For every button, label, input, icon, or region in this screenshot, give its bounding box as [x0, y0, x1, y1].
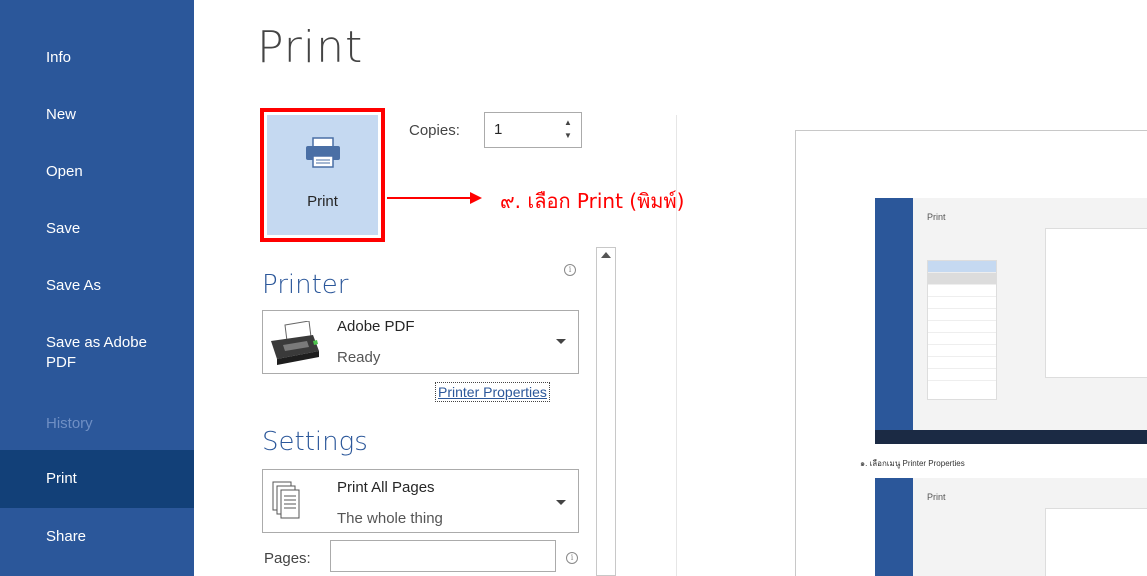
chevron-down-icon	[556, 339, 566, 344]
preview-shot-printer-list	[927, 260, 997, 400]
print-range-dropdown[interactable]: Print All Pages The whole thing	[262, 469, 579, 533]
preview-shot-taskbar	[875, 430, 1147, 444]
preview-shot-sidebar	[875, 198, 913, 444]
preview-shot-document	[1045, 228, 1147, 378]
copies-stepper[interactable]: 1 ▲ ▼	[484, 112, 582, 148]
preview-shot-document	[1045, 508, 1147, 576]
printer-status: Ready	[337, 349, 381, 366]
scroll-up-icon[interactable]	[601, 252, 611, 258]
pages-icon	[272, 481, 300, 519]
preview-screenshot-2: Print	[875, 478, 1147, 576]
print-range-option: Print All Pages	[337, 479, 435, 496]
sidebar-item-open[interactable]: Open	[0, 162, 194, 182]
copies-label: Copies:	[409, 122, 460, 139]
sidebar-item-info[interactable]: Info	[0, 48, 194, 68]
sidebar-item-share[interactable]: Share	[0, 527, 194, 547]
print-range-description: The whole thing	[337, 510, 443, 527]
pages-input[interactable]	[330, 540, 556, 572]
settings-section-title: Settings	[262, 427, 368, 457]
copies-value[interactable]: 1	[494, 121, 502, 138]
annotation-arrow-line	[387, 197, 472, 199]
annotation-arrow-head-icon	[470, 192, 482, 204]
sidebar-item-print[interactable]: Print	[0, 450, 194, 508]
sidebar-item-new[interactable]: New	[0, 105, 194, 125]
printer-icon	[306, 137, 340, 168]
page-title: Print	[257, 22, 364, 73]
printer-device-icon	[271, 321, 319, 365]
printer-name: Adobe PDF	[337, 318, 415, 335]
sidebar-item-save-as-adobe-pdf[interactable]: Save as Adobe PDF	[0, 333, 194, 373]
preview-shot-title: Print	[927, 492, 946, 502]
preview-shot-title: Print	[927, 212, 946, 222]
annotation-text: ๙. เลือก Print (พิมพ์)	[500, 189, 685, 213]
backstage-sidebar: Info New Open Save Save As Save as Adobe…	[0, 0, 194, 576]
print-button-label: Print	[307, 193, 338, 210]
sidebar-item-save[interactable]: Save	[0, 219, 194, 239]
preview-shot-sidebar	[875, 478, 913, 576]
sidebar-item-save-as[interactable]: Save As	[0, 276, 194, 296]
printer-section-title: Printer	[262, 270, 349, 300]
sidebar-item-history: History	[46, 415, 93, 432]
spin-down-icon[interactable]: ▼	[563, 131, 573, 141]
pages-label: Pages:	[264, 550, 311, 567]
chevron-down-icon	[556, 500, 566, 505]
info-icon[interactable]: i	[564, 264, 576, 276]
printer-properties-link[interactable]: Printer Properties	[435, 382, 550, 402]
spin-up-icon[interactable]: ▲	[563, 118, 573, 128]
preview-screenshot-1: Print	[875, 198, 1147, 444]
pane-divider	[676, 115, 677, 576]
settings-scrollbar[interactable]	[596, 247, 616, 576]
preview-caption: ๑. เลือกเมนู Printer Properties	[860, 459, 965, 468]
info-icon[interactable]: i	[566, 552, 578, 564]
printer-dropdown[interactable]: Adobe PDF Ready	[262, 310, 579, 374]
print-button[interactable]: Print	[267, 115, 378, 235]
